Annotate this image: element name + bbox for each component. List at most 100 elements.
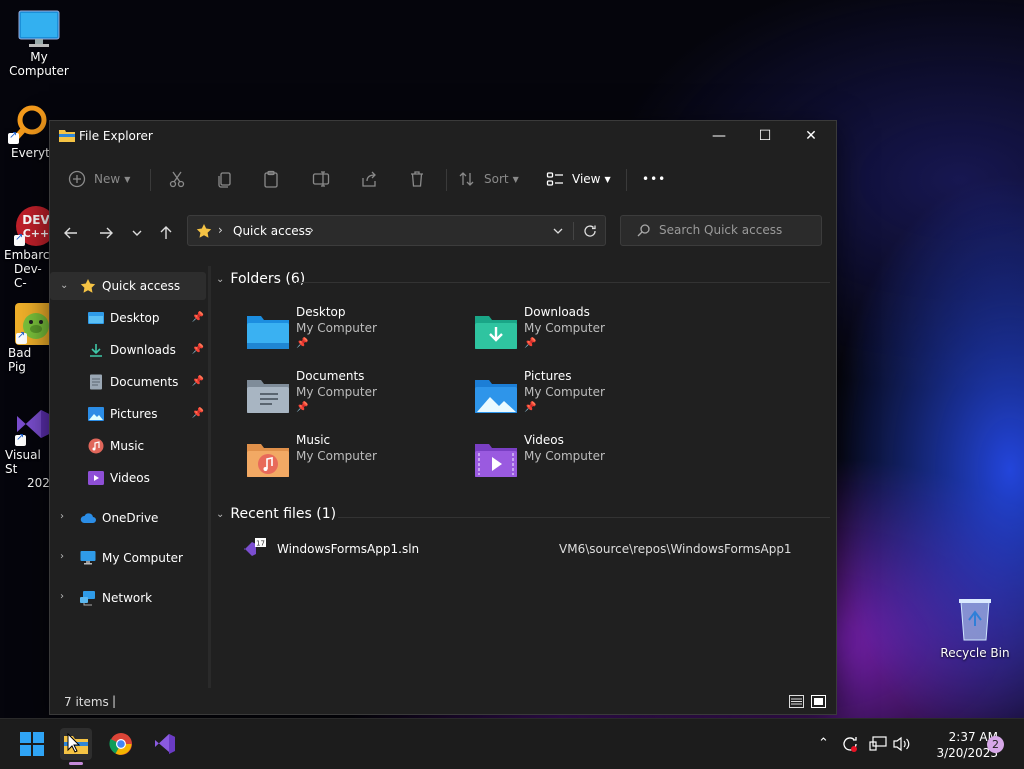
breadcrumb-quick-access[interactable]: Quick access — [233, 224, 311, 238]
desktop-icon-label: Everyth — [11, 146, 58, 160]
plus-circle-icon — [68, 170, 86, 188]
sidebar-item-onedrive[interactable]: › OneDrive — [50, 504, 206, 532]
recent-files-section-header[interactable]: ⌄ Recent files (1) — [216, 506, 336, 522]
sort-label: Sort — [484, 172, 509, 186]
desktop-icon-label-line2: Dev-C- — [14, 262, 42, 290]
pin-icon: 📌 — [191, 312, 204, 323]
recent-file-row[interactable]: 17 WindowsFormsApp1.sln VM6\source\repos… — [242, 538, 822, 564]
back-button[interactable] — [59, 223, 83, 243]
chevron-right-icon[interactable]: › — [60, 551, 64, 562]
system-clock[interactable]: 2:37 AM 3/20/2023 — [918, 729, 998, 761]
chevron-down-icon — [132, 230, 142, 236]
file-explorer-icon — [59, 130, 75, 142]
refresh-icon[interactable] — [583, 224, 597, 238]
folder-name: Desktop — [296, 305, 346, 319]
mouse-cursor-icon — [67, 733, 81, 753]
chevron-right-icon[interactable]: › — [60, 591, 64, 602]
video-icon — [88, 470, 104, 486]
chevron-right-icon[interactable]: › — [60, 511, 64, 522]
download-icon — [88, 342, 104, 358]
desktop-icon-visual-studio[interactable]: Visual St 2022 — [0, 402, 58, 490]
sidebar-item-music[interactable]: Music — [50, 432, 206, 460]
new-button[interactable]: New ▼ — [68, 165, 130, 193]
document-icon — [88, 374, 104, 390]
recycle-bin-icon — [959, 599, 991, 641]
breadcrumb-separator-icon: › — [309, 223, 314, 237]
folders-section-header[interactable]: ⌄ Folders (6) — [216, 271, 305, 287]
folder-tile-videos[interactable]: Videos My Computer — [474, 433, 694, 489]
minimize-button[interactable]: — — [696, 121, 742, 151]
pin-icon: 📌 — [524, 338, 537, 349]
desktop-icon-dev-cpp[interactable]: DEV C++ Embarca Dev-C- — [0, 204, 57, 290]
sidebar-item-quick-access[interactable]: ⌄ Quick access — [50, 272, 206, 300]
search-input[interactable] — [659, 223, 809, 237]
sidebar-item-my-computer[interactable]: › My Computer — [50, 544, 206, 572]
sync-alert-icon[interactable] — [841, 735, 859, 753]
status-bar: 7 items | — [50, 688, 836, 714]
notification-badge[interactable]: 2 — [987, 736, 1004, 753]
rename-button[interactable] — [312, 165, 330, 193]
search-icon — [637, 224, 650, 237]
folder-name: Pictures — [524, 369, 572, 383]
forward-button[interactable] — [94, 223, 118, 243]
folder-tile-pictures[interactable]: Pictures My Computer 📌 — [474, 369, 694, 425]
share-button[interactable] — [360, 165, 378, 193]
start-button[interactable] — [16, 728, 48, 760]
folder-tile-documents[interactable]: Documents My Computer 📌 — [246, 369, 466, 425]
sidebar-item-desktop[interactable]: Desktop 📌 — [50, 304, 206, 332]
sidebar-item-pictures[interactable]: Pictures 📌 — [50, 400, 206, 428]
close-button[interactable]: ✕ — [788, 121, 834, 151]
folder-location: My Computer — [524, 385, 605, 399]
desktop-folder-icon — [88, 310, 104, 326]
search-box[interactable] — [620, 215, 822, 246]
cut-button[interactable] — [168, 165, 186, 193]
folder-tile-downloads[interactable]: Downloads My Computer 📌 — [474, 305, 694, 361]
chevron-down-icon[interactable]: ⌄ — [60, 280, 68, 291]
clock-time: 2:37 AM — [948, 730, 998, 744]
paste-button[interactable] — [262, 165, 280, 193]
network-icon — [80, 590, 96, 606]
toolbar-divider — [150, 169, 151, 191]
address-dropdown-icon[interactable] — [552, 225, 564, 237]
folder-tile-desktop[interactable]: Desktop My Computer 📌 — [246, 305, 466, 361]
maximize-button[interactable]: ☐ — [742, 121, 788, 151]
sidebar-item-downloads[interactable]: Downloads 📌 — [50, 336, 206, 364]
sort-button[interactable]: Sort ▼ — [458, 165, 519, 193]
show-hidden-icons-button[interactable]: ⌃ — [818, 736, 829, 751]
sidebar-item-network[interactable]: › Network — [50, 584, 206, 612]
more-options-button[interactable]: ••• — [642, 165, 666, 193]
folder-name: Downloads — [524, 305, 590, 319]
details-view-icon[interactable] — [789, 695, 804, 708]
pin-icon: 📌 — [524, 402, 537, 413]
desktop-icon-bad-piggies[interactable]: Bad Pig — [0, 302, 53, 374]
delete-button[interactable] — [408, 165, 426, 193]
visual-studio-icon — [155, 734, 175, 754]
folder-location: My Computer — [296, 385, 377, 399]
sidebar-item-label: Network — [102, 591, 153, 605]
recent-locations-button[interactable] — [125, 223, 149, 243]
network-status-icon[interactable] — [869, 736, 887, 752]
copy-button[interactable] — [216, 165, 234, 193]
address-bar[interactable]: › Quick access › — [187, 215, 606, 246]
volume-icon[interactable] — [893, 736, 911, 752]
view-button[interactable]: View ▼ — [546, 165, 611, 193]
desktop-icon-recycle-bin[interactable]: Recycle Bin — [938, 596, 1012, 660]
desktop-icon-everything[interactable]: Everyth — [4, 104, 58, 160]
pictures-folder-icon — [475, 380, 517, 413]
share-icon — [362, 171, 376, 187]
taskbar-chrome[interactable] — [105, 728, 137, 760]
folder-tile-music[interactable]: Music My Computer — [246, 433, 466, 489]
pane-splitter[interactable] — [208, 266, 211, 688]
desktop-icon-my-computer[interactable]: My Computer — [0, 8, 78, 78]
up-button[interactable] — [154, 223, 178, 243]
title-bar[interactable]: File Explorer — ☐ ✕ — [50, 121, 836, 151]
taskbar-visual-studio[interactable] — [149, 728, 181, 760]
tiles-view-icon[interactable] — [811, 695, 826, 708]
arrow-up-icon — [160, 226, 172, 239]
arrow-right-icon — [100, 227, 113, 239]
shortcut-arrow-icon — [16, 330, 27, 344]
sidebar-item-videos[interactable]: Videos — [50, 464, 206, 492]
sidebar-item-documents[interactable]: Documents 📌 — [50, 368, 206, 396]
desktop-icon-label-line2: 2022 — [27, 476, 58, 490]
folder-name: Videos — [524, 433, 564, 447]
